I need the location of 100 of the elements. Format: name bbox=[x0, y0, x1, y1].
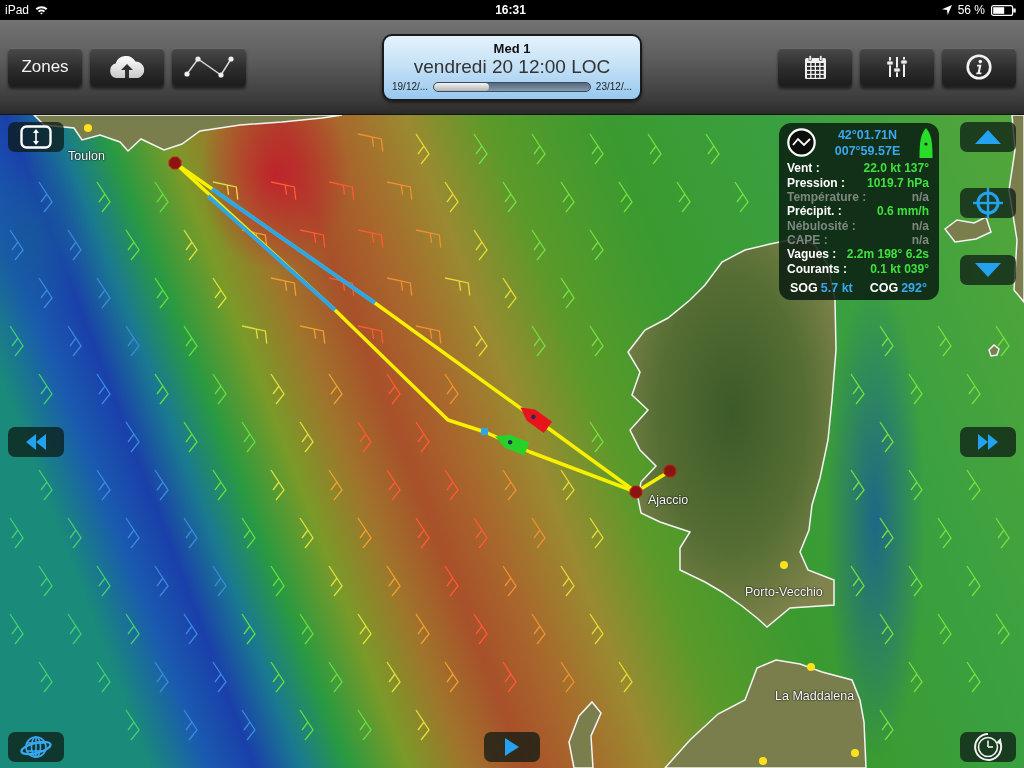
wind-barb bbox=[241, 709, 256, 741]
expand-button[interactable] bbox=[8, 122, 64, 152]
island bbox=[568, 700, 602, 768]
rewind-button[interactable] bbox=[8, 427, 64, 457]
wind-barb bbox=[415, 421, 430, 453]
wind-barb bbox=[125, 517, 140, 549]
city-dot bbox=[84, 124, 92, 132]
info-label: Vagues : bbox=[787, 247, 837, 262]
city-dot bbox=[851, 749, 859, 757]
wind-barb bbox=[328, 565, 343, 597]
wind-barb bbox=[328, 277, 355, 297]
wind-barb bbox=[270, 565, 285, 597]
wind-barb bbox=[38, 565, 53, 597]
wind-barb bbox=[705, 133, 720, 165]
place-label: La Maddalena bbox=[775, 689, 855, 703]
scroll-down-button[interactable] bbox=[960, 255, 1016, 285]
info-label: Vent : bbox=[787, 161, 820, 176]
wind-barb bbox=[299, 613, 314, 645]
wind-barb bbox=[589, 517, 604, 549]
wind-barb bbox=[415, 709, 430, 741]
wind-barb bbox=[183, 325, 198, 357]
wind-barb bbox=[618, 181, 633, 213]
wind-barb bbox=[531, 133, 546, 165]
wind-barb bbox=[328, 373, 343, 405]
wind-barb bbox=[270, 469, 285, 501]
location-arrow-icon bbox=[941, 5, 952, 15]
wind-barb bbox=[560, 565, 575, 597]
wind-barb bbox=[154, 181, 169, 213]
wind-barb bbox=[676, 181, 691, 213]
info-label: Nébulosité : bbox=[787, 218, 856, 233]
wind-barb bbox=[966, 661, 981, 693]
wind-barb bbox=[212, 373, 227, 405]
zones-button[interactable]: Zones bbox=[8, 48, 82, 86]
up-triangle-icon bbox=[975, 130, 1001, 144]
settings-button[interactable] bbox=[860, 48, 934, 86]
wind-barb bbox=[241, 613, 256, 645]
wind-barb bbox=[183, 613, 198, 645]
info-label: Précipit. : bbox=[787, 204, 842, 219]
wind-barb bbox=[328, 661, 343, 693]
upload-button[interactable] bbox=[90, 48, 164, 86]
wind-barb bbox=[270, 661, 285, 693]
wind-barb bbox=[96, 373, 111, 405]
wind-barb bbox=[38, 181, 53, 213]
timeline-track[interactable] bbox=[433, 81, 591, 92]
timeline-start: 19/12/... bbox=[392, 80, 429, 93]
wind-barb bbox=[125, 229, 140, 261]
info-button[interactable] bbox=[942, 48, 1016, 86]
city-dot bbox=[807, 663, 815, 671]
wind-barb bbox=[328, 469, 343, 501]
wind-barb bbox=[9, 517, 24, 549]
info-label: Température : bbox=[787, 189, 867, 204]
play-button[interactable] bbox=[484, 732, 540, 762]
wind-barb bbox=[9, 613, 24, 645]
wind-barb bbox=[531, 325, 546, 357]
wind-barb bbox=[386, 277, 413, 297]
timeline-end: 23/12/... bbox=[595, 80, 632, 93]
info-value: n/a bbox=[911, 218, 929, 233]
calendar-button[interactable] bbox=[778, 48, 852, 86]
crosshair-icon bbox=[973, 188, 1003, 218]
route-button[interactable] bbox=[172, 48, 246, 86]
wind-barb bbox=[38, 277, 53, 309]
latitude-text: 42°01.71N bbox=[837, 127, 898, 143]
wind-barb bbox=[38, 373, 53, 405]
place-label: Toulon bbox=[68, 149, 105, 163]
route-icon bbox=[184, 56, 234, 78]
clock-button[interactable] bbox=[960, 732, 1016, 762]
wind-barb bbox=[357, 613, 372, 645]
wind-barb bbox=[241, 517, 256, 549]
wind-barb bbox=[502, 469, 517, 501]
island bbox=[988, 344, 1000, 357]
expand-icon bbox=[20, 125, 52, 149]
wind-barb bbox=[154, 277, 169, 309]
wind-barb bbox=[125, 613, 140, 645]
wind-barb bbox=[937, 325, 952, 357]
wind-barb bbox=[38, 661, 53, 693]
info-value: n/a bbox=[911, 233, 929, 248]
wind-barb bbox=[386, 469, 401, 501]
wind-barb bbox=[9, 229, 24, 261]
wind-barb bbox=[444, 277, 471, 297]
globe-button[interactable] bbox=[8, 732, 64, 762]
island bbox=[943, 215, 992, 243]
info-value: n/a bbox=[911, 189, 929, 204]
wind-barb bbox=[937, 613, 952, 645]
wind-barb bbox=[212, 469, 227, 501]
wind-barb bbox=[618, 661, 633, 693]
wind-barb bbox=[966, 469, 981, 501]
locate-button[interactable] bbox=[960, 188, 1016, 218]
wind-barb bbox=[995, 613, 1010, 645]
longitude-text: 007°59.57E bbox=[834, 143, 901, 159]
info-value: 1019.7 hPa bbox=[866, 175, 929, 190]
info-value: 0.1 kt 039° bbox=[870, 261, 929, 276]
wind-barb bbox=[879, 613, 894, 645]
wind-barb bbox=[299, 325, 326, 345]
scroll-up-button[interactable] bbox=[960, 122, 1016, 152]
fast-forward-button[interactable] bbox=[960, 427, 1016, 457]
battery-percent: 56 % bbox=[957, 3, 985, 17]
wind-barb bbox=[299, 709, 314, 741]
wind-barb bbox=[299, 517, 314, 549]
wind-barb bbox=[125, 325, 140, 357]
wind-barb bbox=[589, 229, 604, 261]
